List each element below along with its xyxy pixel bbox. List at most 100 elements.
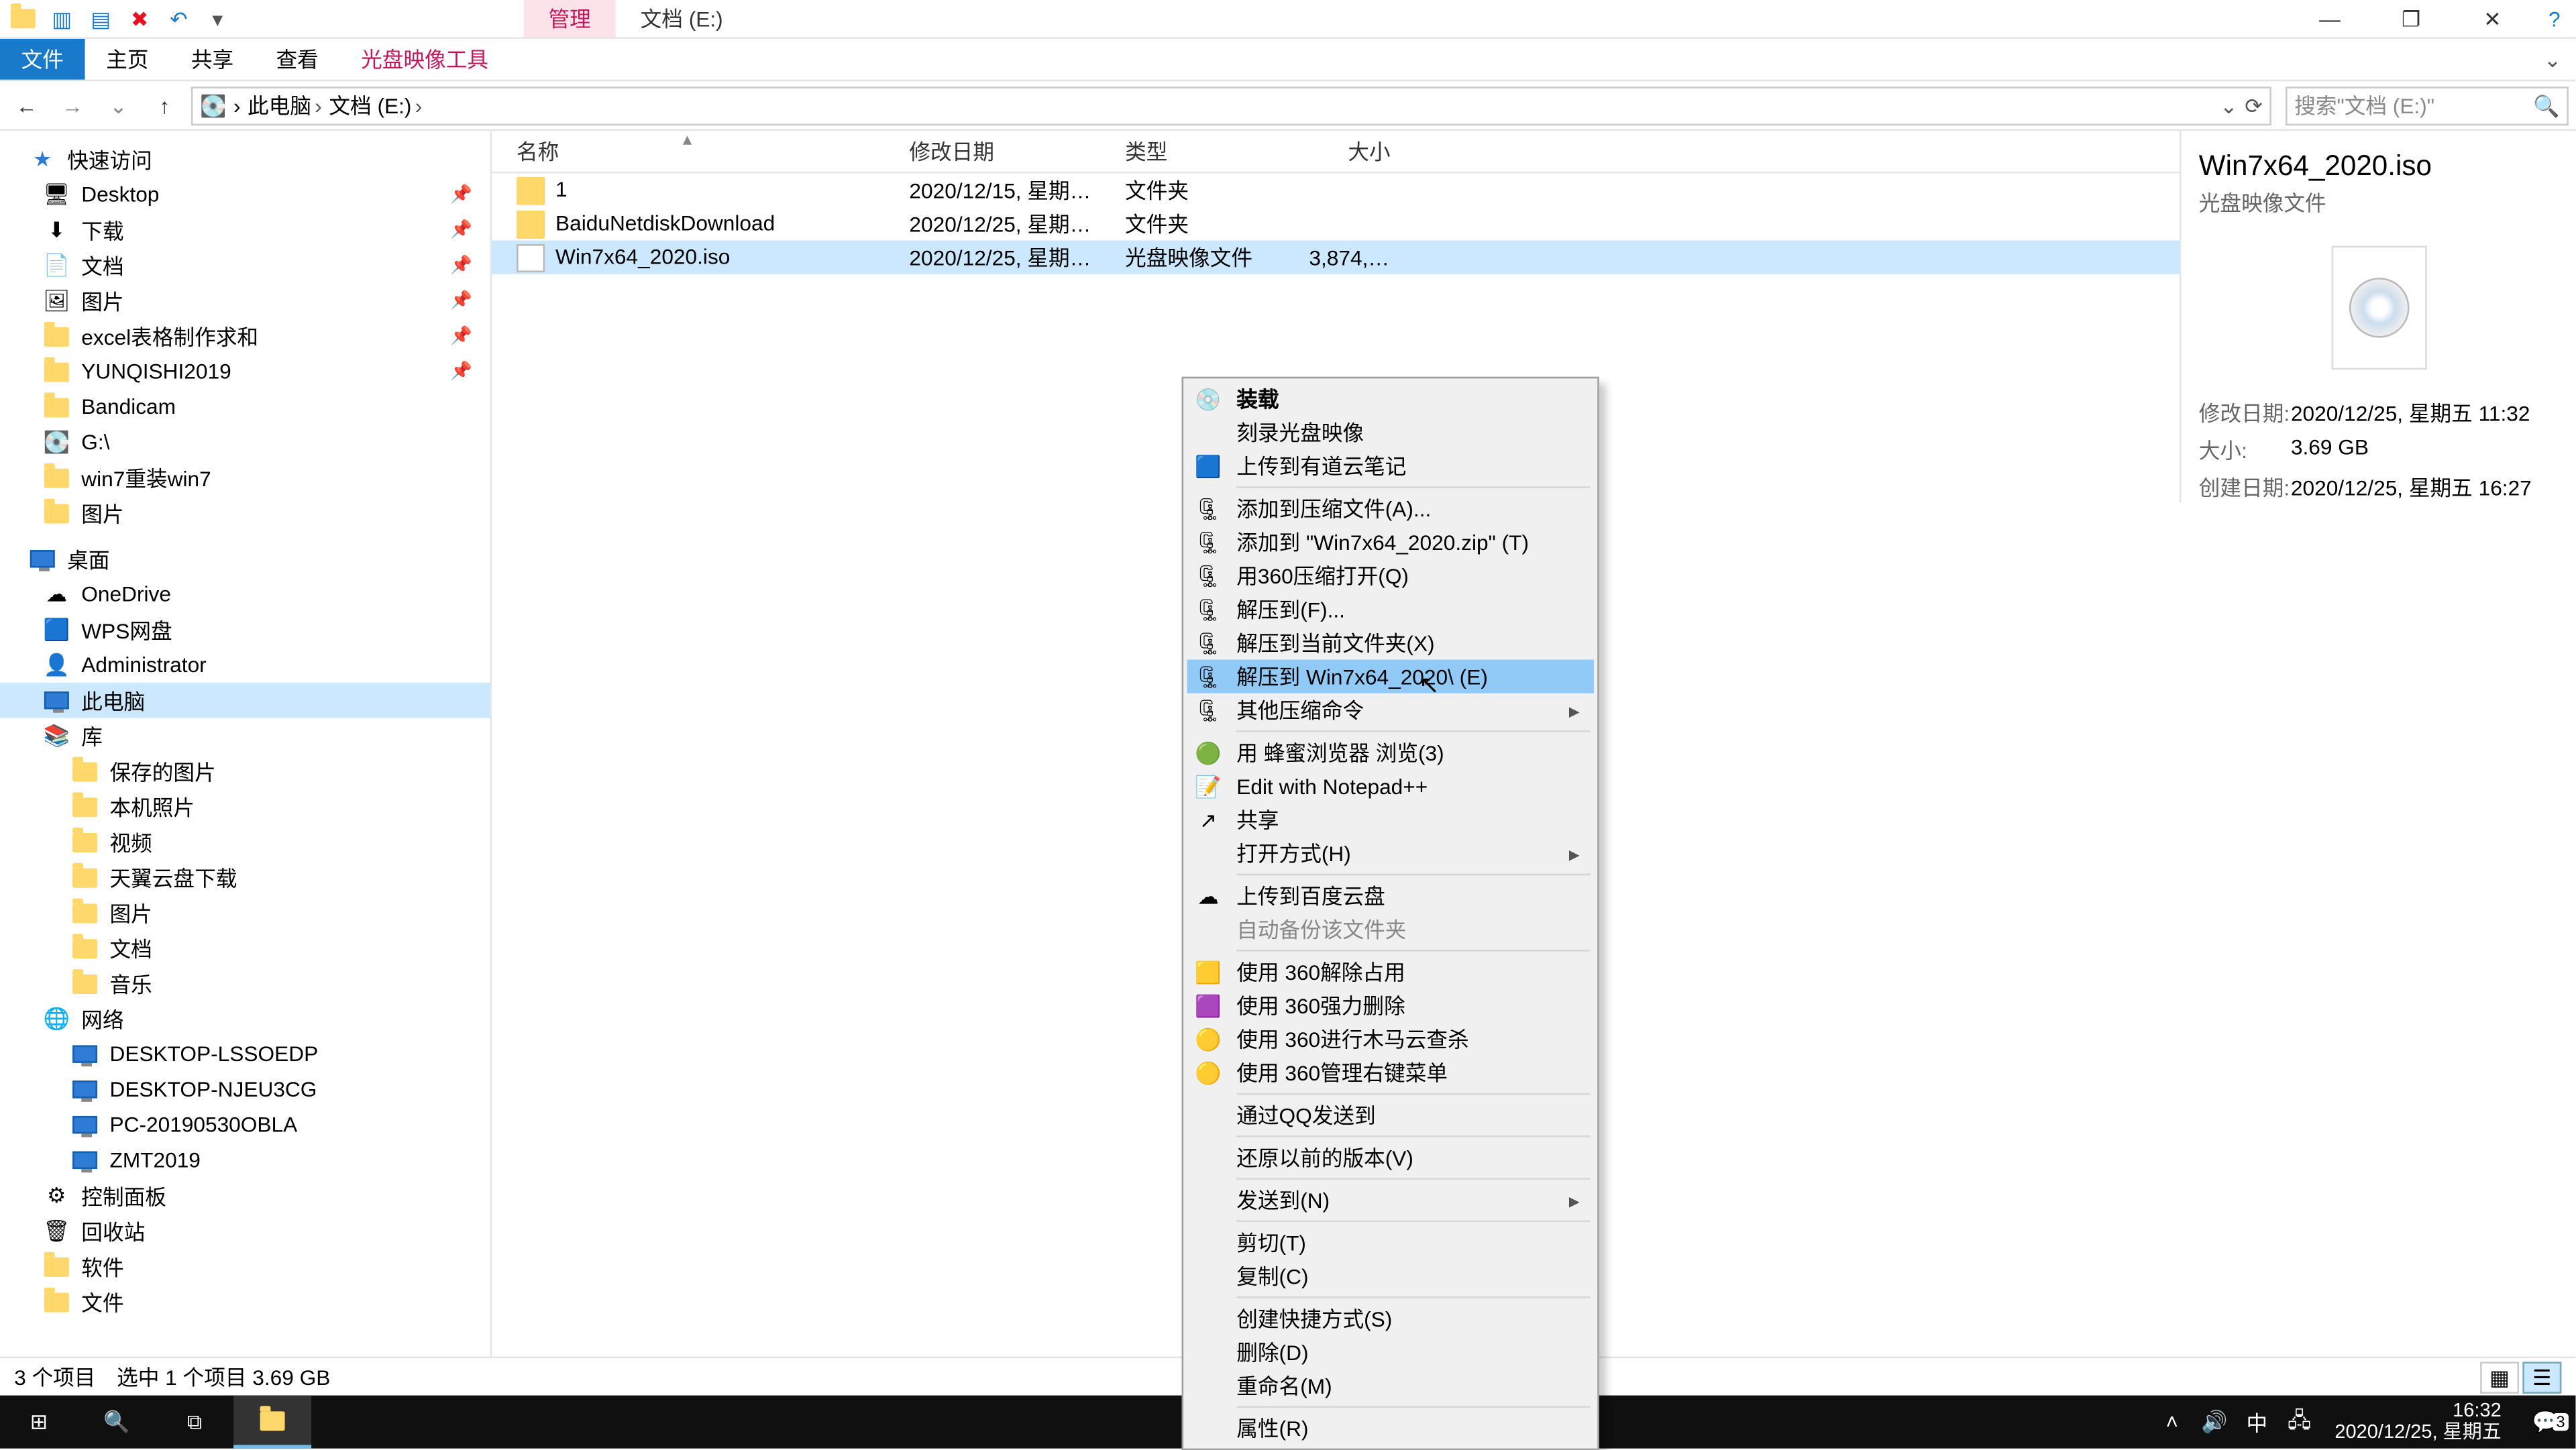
menu-item[interactable]: 通过QQ发送到 [1187, 1099, 1594, 1132]
menu-item[interactable]: 🟨使用 360解除占用 [1187, 955, 1594, 989]
column-size[interactable]: 大小 [1284, 136, 1401, 166]
tree-item[interactable]: 音乐 [0, 966, 490, 1001]
tree-item[interactable]: ☁OneDrive [0, 577, 490, 612]
search-task-button[interactable]: 🔍 [78, 1396, 156, 1449]
menu-item[interactable]: 刻录光盘映像 [1187, 416, 1594, 449]
explorer-taskbar-button[interactable] [233, 1396, 311, 1449]
tab-file[interactable]: 文件 [0, 39, 85, 80]
tree-item[interactable]: 🌐网络 [0, 1001, 490, 1037]
view-details-button[interactable]: ☰ [2522, 1361, 2561, 1392]
view-thumbnails-button[interactable]: ▦ [2480, 1361, 2519, 1392]
close-button[interactable]: ✕ [2452, 0, 2533, 37]
menu-item[interactable]: 🟢用 蜂蜜浏览器 浏览(3) [1187, 736, 1594, 769]
tree-item[interactable]: ⚙控制面板 [0, 1178, 490, 1213]
tree-item[interactable]: 文件 [0, 1284, 490, 1319]
action-center-button[interactable]: 💬3 [2516, 1410, 2576, 1435]
taskbar-clock[interactable]: 16:32 2020/12/25, 星期五 [2320, 1401, 2516, 1443]
tree-item[interactable]: PC-20190530OBLA [0, 1107, 490, 1143]
maximize-button[interactable]: ❐ [2371, 0, 2452, 37]
menu-item[interactable]: 🗜解压到当前文件夹(X) [1187, 626, 1594, 659]
tree-item[interactable]: win7重装win7 [0, 460, 490, 496]
start-button[interactable]: ⊞ [0, 1396, 78, 1449]
nav-forward-button[interactable]: → [53, 86, 92, 125]
tree-item[interactable]: ⬇下载📌 [0, 212, 490, 247]
tab-disc-image-tools[interactable]: 光盘映像工具 [339, 39, 509, 80]
qat-delete-icon[interactable]: ✖ [124, 3, 156, 34]
tree-item[interactable]: 天翼云盘下载 [0, 860, 490, 895]
refresh-button[interactable]: ⟳ [2245, 93, 2263, 117]
menu-item[interactable]: 打开方式(H)▸ [1187, 836, 1594, 870]
breadcrumb-sep[interactable]: › [233, 93, 241, 117]
minimize-button[interactable]: — [2289, 0, 2370, 37]
nav-recent-dropdown[interactable]: ⌄ [99, 86, 138, 125]
tree-item[interactable]: 👤Administrator [0, 647, 490, 683]
file-row[interactable]: Win7x64_2020.iso2020/12/25, 星期五 1...光盘映像… [492, 241, 2180, 274]
tree-item[interactable]: 视频 [0, 824, 490, 860]
tray-network-icon[interactable]: 🖧 [2278, 1403, 2320, 1440]
tab-home[interactable]: 主页 [85, 39, 170, 80]
tree-item[interactable]: 🟦WPS网盘 [0, 612, 490, 647]
tree-item[interactable]: 图片 [0, 895, 490, 930]
tab-share[interactable]: 共享 [170, 39, 255, 80]
menu-item[interactable]: 🟦上传到有道云笔记 [1187, 449, 1594, 483]
tree-item[interactable]: 🖼图片📌 [0, 283, 490, 319]
menu-item[interactable]: 重命名(M) [1187, 1369, 1594, 1402]
menu-item[interactable]: ↗共享 [1187, 803, 1594, 836]
tree-item[interactable]: 🖥Desktop📌 [0, 177, 490, 213]
menu-item[interactable]: 剪切(T) [1187, 1225, 1594, 1259]
tab-view[interactable]: 查看 [255, 39, 340, 80]
tree-item[interactable]: DESKTOP-NJEU3CG [0, 1072, 490, 1107]
menu-item[interactable]: 🟡使用 360进行木马云查杀 [1187, 1022, 1594, 1056]
qat-undo-icon[interactable]: ↶ [163, 3, 195, 34]
column-type[interactable]: 类型 [1100, 136, 1284, 166]
column-headers[interactable]: ▴ 名称 修改日期 类型 大小 [492, 131, 2180, 173]
menu-item[interactable]: 🗜其他压缩命令▸ [1187, 693, 1594, 727]
tray-overflow-icon[interactable]: ˄ [2151, 1410, 2193, 1435]
tree-item[interactable]: 图片 [0, 495, 490, 531]
menu-item[interactable]: 🗜添加到 "Win7x64_2020.zip" (T) [1187, 525, 1594, 559]
menu-item[interactable]: 📝Edit with Notepad++ [1187, 769, 1594, 803]
tray-ime-icon[interactable]: 中 [2236, 1407, 2278, 1437]
qat-properties-icon[interactable]: ▥ [46, 3, 78, 34]
column-date[interactable]: 修改日期 [885, 136, 1101, 166]
menu-item[interactable]: 🗜用360压缩打开(Q) [1187, 559, 1594, 592]
tree-quick-access[interactable]: ★快速访问 [0, 142, 490, 177]
tree-item[interactable]: Bandicam [0, 389, 490, 425]
tree-item[interactable]: DESKTOP-LSSOEDP [0, 1036, 490, 1072]
qat-new-folder-icon[interactable]: ▤ [85, 3, 117, 34]
task-view-button[interactable]: ⧉ [156, 1396, 233, 1449]
search-icon[interactable]: 🔍 [2533, 93, 2559, 117]
tree-item[interactable]: ZMT2019 [0, 1143, 490, 1178]
tree-item[interactable]: 💽G:\ [0, 425, 490, 460]
tree-item[interactable]: 保存的图片 [0, 753, 490, 789]
menu-item[interactable]: 🗜解压到(F)... [1187, 592, 1594, 626]
menu-item[interactable]: 发送到(N)▸ [1187, 1183, 1594, 1217]
tree-item[interactable]: 本机照片 [0, 789, 490, 824]
tree-item[interactable]: 📄文档📌 [0, 247, 490, 283]
tree-item[interactable]: 软件 [0, 1249, 490, 1284]
menu-item[interactable]: ☁上传到百度云盘 [1187, 879, 1594, 913]
tray-volume-icon[interactable]: 🔊 [2193, 1410, 2235, 1435]
menu-item[interactable]: 🗜添加到压缩文件(A)... [1187, 492, 1594, 525]
navigation-tree[interactable]: ★快速访问🖥Desktop📌⬇下载📌📄文档📌🖼图片📌excel表格制作求和📌YU… [0, 131, 492, 1356]
tree-item[interactable]: 此电脑 [0, 683, 490, 718]
tree-item[interactable]: 🗑回收站 [0, 1213, 490, 1249]
file-row[interactable]: BaiduNetdiskDownload2020/12/25, 星期五 1...… [492, 207, 2180, 241]
tree-item[interactable]: 文档 [0, 930, 490, 966]
menu-item[interactable]: 🗜解压到 Win7x64_2020\ (E) [1187, 660, 1594, 693]
menu-item[interactable]: 🟡使用 360管理右键菜单 [1187, 1056, 1594, 1089]
menu-item[interactable]: 创建快捷方式(S) [1187, 1302, 1594, 1335]
nav-back-button[interactable]: ← [7, 86, 46, 125]
menu-item[interactable]: 🟪使用 360强力删除 [1187, 989, 1594, 1022]
help-button[interactable]: ? [2533, 0, 2575, 37]
nav-up-button[interactable]: ↑ [145, 86, 184, 125]
tree-item[interactable]: 📚库 [0, 718, 490, 754]
tree-item[interactable]: YUNQISHI2019📌 [0, 353, 490, 389]
menu-item[interactable]: 💿装载 [1187, 382, 1594, 416]
ribbon-expand-icon[interactable]: ⌄ [2544, 39, 2576, 80]
breadcrumb-current[interactable]: 文档 (E:) › [329, 90, 422, 120]
address-dropdown-icon[interactable]: ⌄ [2220, 93, 2238, 117]
menu-item[interactable]: 删除(D) [1187, 1335, 1594, 1369]
file-row[interactable]: 12020/12/15, 星期二 1...文件夹 [492, 173, 2180, 207]
address-bar[interactable]: 💽 › 此电脑 › 文档 (E:) › ⌄ ⟳ [191, 86, 2271, 125]
